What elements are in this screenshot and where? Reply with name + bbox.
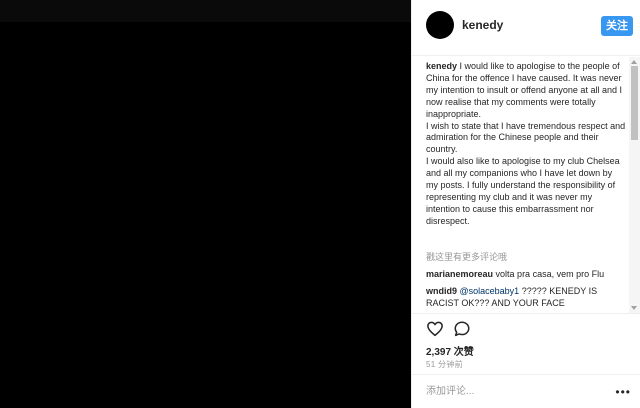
scroll-up-arrow-icon[interactable] xyxy=(631,60,637,64)
comment-author[interactable]: marianemoreau xyxy=(426,269,493,279)
caption-paragraph-1: kenedy I would like to apologise to the … xyxy=(426,61,626,121)
username-link[interactable]: kenedy xyxy=(462,18,503,32)
comment-author[interactable]: wndid9 xyxy=(426,286,457,296)
post-timestamp[interactable]: 51 分钟前 xyxy=(426,359,463,370)
comments-area: kenedy I would like to apologise to the … xyxy=(412,57,640,313)
post-header: kenedy 关注 xyxy=(412,0,640,56)
comment-mention-link[interactable]: @solacebaby1 xyxy=(460,286,520,296)
comment-bubble-icon[interactable] xyxy=(453,320,471,338)
comment-text: volta pra casa, vem pro Flu xyxy=(495,269,605,279)
caption-line-2: I wish to state that I have tremendous r… xyxy=(426,120,626,155)
comment-item: wndid9 @solacebaby1 ????? KENEDY IS RACI… xyxy=(426,285,626,309)
caption-author[interactable]: kenedy xyxy=(426,61,457,71)
scrollbar-thumb[interactable] xyxy=(631,66,638,140)
media-top-strip xyxy=(0,0,411,22)
like-count[interactable]: 2,397 次赞 xyxy=(426,343,474,358)
more-options-icon[interactable]: ••• xyxy=(615,385,631,399)
caption: kenedy I would like to apologise to the … xyxy=(426,61,626,228)
avatar[interactable] xyxy=(426,11,454,39)
comment-input[interactable] xyxy=(426,382,596,400)
comments-scrollbar[interactable] xyxy=(629,57,640,313)
add-comment-bar: ••• xyxy=(412,374,640,408)
post-side-panel: kenedy 关注 kenedy I would like to apologi… xyxy=(411,0,640,408)
follow-button[interactable]: 关注 xyxy=(601,16,633,36)
scroll-down-arrow-icon[interactable] xyxy=(631,306,637,310)
comment-item: marianemoreau volta pra casa, vem pro Fl… xyxy=(426,268,626,280)
load-more-comments-link[interactable]: 戳这里有更多评论哦 xyxy=(426,250,507,263)
heart-icon[interactable] xyxy=(426,320,444,338)
post-media xyxy=(0,0,411,408)
post-actions: 2,397 次赞 51 分钟前 xyxy=(412,313,640,383)
caption-line-3: I would also like to apologise to my clu… xyxy=(426,156,620,226)
